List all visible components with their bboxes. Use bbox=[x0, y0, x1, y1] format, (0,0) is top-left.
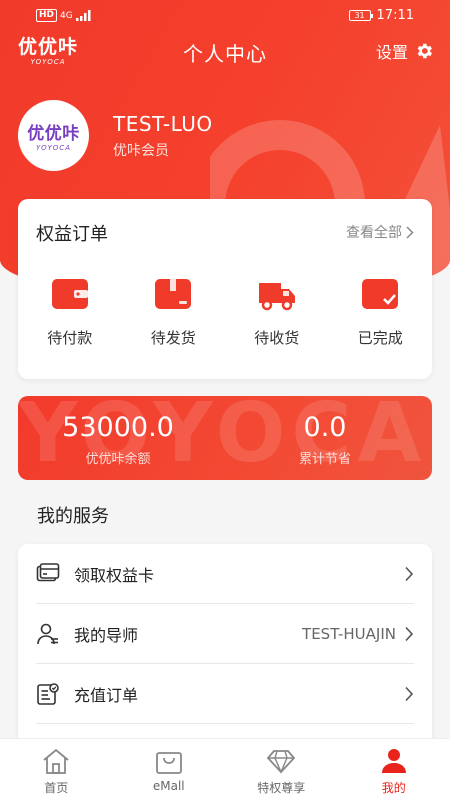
tab-label: 我的 bbox=[381, 781, 406, 795]
avatar-logo-text: 优优咔 bbox=[27, 124, 80, 144]
avatar[interactable]: 优优咔 YOYOCA bbox=[18, 100, 89, 171]
member-level: 优咔会员 bbox=[113, 143, 169, 159]
service-item-claim-card[interactable]: 领取权益卡 bbox=[36, 544, 414, 604]
wallet-icon bbox=[51, 279, 88, 309]
tab-mine[interactable]: 我的 bbox=[338, 739, 450, 800]
package-icon bbox=[155, 279, 192, 309]
savings-value: 0.0 bbox=[303, 412, 347, 443]
order-pending-payment[interactable]: 待付款 bbox=[18, 277, 122, 348]
orders-title: 权益订单 bbox=[36, 224, 108, 245]
order-label: 待付款 bbox=[47, 329, 93, 347]
order-pending-receipt[interactable]: 待收货 bbox=[225, 277, 329, 348]
services-title: 我的服务 bbox=[37, 506, 109, 527]
chevron-right-icon bbox=[405, 626, 414, 641]
mentor-name: TEST-HUAJIN bbox=[302, 624, 396, 643]
mentor-icon bbox=[37, 623, 58, 644]
service-label: 领取权益卡 bbox=[74, 565, 155, 585]
signal-label: 4G bbox=[60, 10, 73, 21]
clock: 17:11 bbox=[376, 8, 414, 23]
service-label: 充值订单 bbox=[74, 685, 139, 705]
settings-label: 设置 bbox=[375, 43, 408, 62]
battery-icon: 31 bbox=[348, 10, 373, 21]
service-item-recharge-orders[interactable]: 充值订单 bbox=[36, 664, 414, 724]
diamond-icon bbox=[267, 750, 296, 774]
username: TEST-LUO bbox=[113, 112, 213, 136]
avatar-logo-subtext: YOYOCA bbox=[35, 144, 71, 152]
order-completed[interactable]: 已完成 bbox=[329, 277, 433, 348]
balance-label: 优优咔余额 bbox=[85, 452, 151, 467]
view-all-orders-link[interactable]: 查看全部 bbox=[346, 222, 414, 242]
signal-icon bbox=[75, 10, 91, 21]
service-item-mentor[interactable]: 我的导师 TEST-HUAJIN bbox=[36, 604, 414, 664]
balance-stat[interactable]: 53000.0 优优咔余额 bbox=[18, 412, 218, 467]
bottom-tab-bar: 首页 eMall 特权尊享 我的 bbox=[0, 738, 450, 800]
order-label: 待收货 bbox=[254, 329, 300, 347]
gear-icon bbox=[417, 43, 432, 59]
balance-banner[interactable]: YOYOCA 53000.0 优优咔余额 0.0 累计节省 bbox=[18, 396, 432, 480]
orders-card: 权益订单 查看全部 待付款 待发货 待收货 已完成 bbox=[18, 199, 432, 379]
settings-button[interactable]: 设置 bbox=[376, 39, 434, 63]
user-icon bbox=[381, 749, 406, 773]
chevron-right-icon bbox=[406, 225, 414, 239]
order-label: 待发货 bbox=[150, 329, 196, 347]
savings-label: 累计节省 bbox=[298, 452, 351, 467]
shopping-bag-icon bbox=[155, 752, 182, 774]
card-icon bbox=[36, 562, 60, 581]
truck-icon bbox=[258, 283, 295, 311]
home-icon bbox=[43, 748, 69, 774]
tab-label: eMall bbox=[152, 779, 185, 793]
tab-label: 首页 bbox=[44, 781, 69, 795]
chevron-right-icon bbox=[405, 566, 414, 581]
view-all-label: 查看全部 bbox=[346, 225, 402, 241]
network-badge: HD bbox=[36, 9, 58, 22]
done-icon bbox=[362, 279, 399, 309]
service-label: 我的导师 bbox=[74, 625, 139, 645]
tab-label: 特权尊享 bbox=[257, 781, 306, 795]
chevron-right-icon bbox=[405, 686, 414, 701]
savings-stat[interactable]: 0.0 累计节省 bbox=[225, 412, 425, 467]
order-list-icon bbox=[37, 682, 59, 705]
tab-home[interactable]: 首页 bbox=[0, 739, 113, 800]
status-bar: HD 4G 31 17:11 bbox=[0, 0, 450, 34]
balance-value: 53000.0 bbox=[62, 412, 174, 443]
tab-emall[interactable]: eMall bbox=[113, 739, 226, 800]
tab-privileges[interactable]: 特权尊享 bbox=[225, 739, 338, 800]
order-pending-shipment[interactable]: 待发货 bbox=[122, 277, 226, 348]
user-profile[interactable]: 优优咔 YOYOCA TEST-LUO 优咔会员 bbox=[18, 100, 438, 172]
order-label: 已完成 bbox=[357, 329, 403, 347]
top-bar: 优优咔 YOYOCA 个人中心 设置 bbox=[0, 34, 450, 68]
